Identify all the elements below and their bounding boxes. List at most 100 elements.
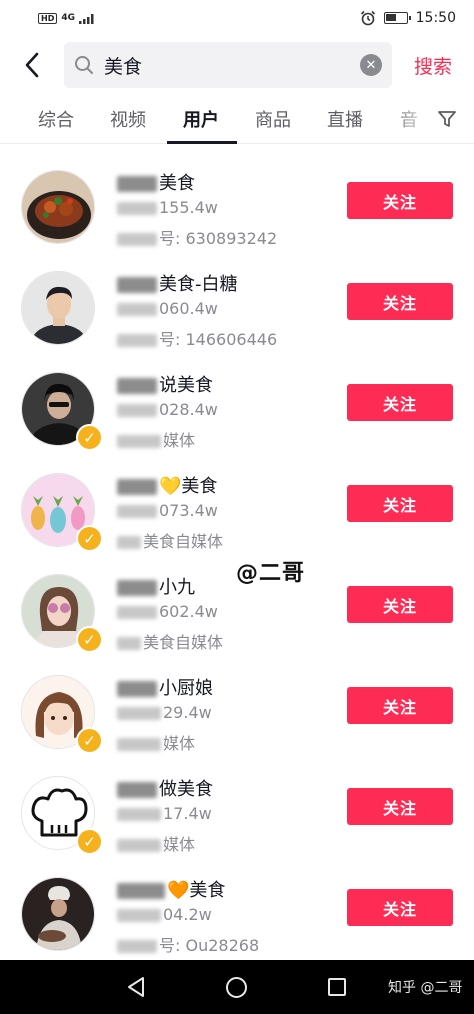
redacted-text (117, 580, 157, 596)
redacted-text (117, 479, 157, 495)
follower-count: 17.4w (117, 804, 212, 823)
avatar[interactable] (21, 170, 95, 244)
user-subtitle: 号: 630893242 (117, 225, 277, 249)
user-name: 🧡美食 (117, 876, 225, 902)
search-bar: 美食 ✕ 搜索 (0, 40, 474, 90)
user-name: 说美食 (117, 371, 213, 397)
user-row[interactable]: ✓ 💛美食 073.4w 美食自媒体 关注 (0, 455, 474, 556)
tab-live[interactable]: 直播 (327, 106, 363, 132)
user-row[interactable]: 🧡美食 04.2w 号: Ou28268 关注 (0, 859, 474, 960)
battery-icon (383, 12, 411, 24)
follow-button[interactable]: 关注 (347, 182, 453, 219)
tab-products[interactable]: 商品 (255, 106, 291, 132)
nav-recents-icon[interactable] (328, 978, 346, 996)
redacted-text (117, 176, 157, 192)
user-row[interactable]: ✓ 做美食 17.4w 媒体 关注 (0, 758, 474, 859)
redacted-text (117, 202, 157, 215)
redacted-text (117, 378, 157, 394)
redacted-text (117, 606, 157, 619)
network-type: 4G (61, 13, 75, 23)
status-time: 15:50 (415, 10, 456, 26)
follow-button[interactable]: 关注 (347, 283, 453, 320)
avatar[interactable] (21, 877, 95, 951)
status-right: 15:50 (360, 10, 456, 26)
user-name: 💛美食 (117, 472, 217, 498)
status-bar: HD 4G 15:50 (0, 0, 474, 36)
hd-badge: HD (38, 12, 58, 24)
redacted-text (117, 536, 141, 549)
redacted-text (117, 883, 165, 899)
redacted-text (117, 707, 161, 720)
follower-count: 060.4w (117, 299, 218, 318)
redacted-text (117, 404, 157, 417)
user-subtitle: 号: 146606446 (117, 326, 277, 350)
user-subtitle: 美食自媒体 (117, 528, 223, 552)
search-tabs: 综合 视频 用户 商品 直播 音 (0, 96, 474, 144)
follow-button[interactable]: 关注 (347, 687, 453, 724)
filter-icon[interactable] (436, 108, 458, 130)
clear-search-button[interactable]: ✕ (360, 54, 382, 76)
follow-button[interactable]: 关注 (347, 788, 453, 825)
system-nav-bar: 知乎 @二哥 (0, 960, 474, 1014)
user-subtitle: 媒体 (117, 831, 195, 855)
tab-users[interactable]: 用户 (183, 106, 219, 132)
tab-comprehensive[interactable]: 综合 (38, 106, 74, 132)
signal-icon (79, 14, 94, 24)
user-subtitle: 号: Ou28268 (117, 932, 259, 956)
follower-count: 073.4w (117, 501, 218, 520)
redacted-text (117, 303, 157, 316)
nav-home-icon[interactable] (226, 977, 247, 998)
watermark-text: @二哥 (236, 561, 306, 586)
search-input[interactable]: 美食 ✕ (64, 42, 392, 88)
redacted-text (117, 909, 161, 922)
redacted-text (117, 233, 157, 246)
redacted-text (117, 738, 161, 751)
verified-badge-icon: ✓ (76, 828, 103, 855)
follow-button[interactable]: 关注 (347, 889, 453, 926)
nav-watermark: 知乎 @二哥 (388, 980, 463, 996)
follower-count: 155.4w (117, 198, 218, 217)
follower-count: 04.2w (117, 905, 212, 924)
follow-button[interactable]: 关注 (347, 384, 453, 421)
user-subtitle: 媒体 (117, 730, 195, 754)
redacted-text (117, 839, 161, 852)
search-query: 美食 (104, 55, 143, 78)
follower-count: 602.4w (117, 602, 218, 621)
avatar[interactable] (21, 271, 95, 345)
redacted-text (117, 681, 157, 697)
active-tab-indicator (167, 141, 237, 144)
user-name: 小厨娘 (117, 674, 213, 700)
redacted-text (117, 637, 141, 650)
user-name: 美食-白糖 (117, 270, 238, 296)
back-button[interactable] (18, 50, 46, 80)
redacted-text (117, 334, 157, 347)
food-bowl-image (22, 171, 94, 243)
verified-badge-icon: ✓ (76, 424, 103, 451)
user-row[interactable]: ✓ 小厨娘 29.4w 媒体 关注 (0, 657, 474, 758)
close-icon: ✕ (365, 57, 377, 73)
verified-badge-icon: ✓ (76, 727, 103, 754)
user-row[interactable]: 美食 155.4w 号: 630893242 关注 (0, 152, 474, 253)
redacted-text (117, 505, 157, 518)
chevron-left-icon (25, 52, 39, 78)
user-row[interactable]: ✓ 说美食 028.4w 媒体 关注 (0, 354, 474, 455)
chef-cooking-image (22, 878, 94, 950)
tab-fade (386, 96, 436, 142)
redacted-text (117, 277, 157, 293)
nav-back-icon[interactable] (126, 976, 146, 998)
alarm-icon (360, 10, 375, 26)
search-icon (75, 56, 93, 74)
follow-button[interactable]: 关注 (347, 586, 453, 623)
follow-button[interactable]: 关注 (347, 485, 453, 522)
redacted-text (117, 808, 161, 821)
follower-count: 29.4w (117, 703, 212, 722)
redacted-text (117, 782, 157, 798)
search-submit-button[interactable]: 搜索 (414, 52, 452, 79)
tab-videos[interactable]: 视频 (110, 106, 146, 132)
redacted-text (117, 940, 157, 953)
status-left: HD 4G (38, 12, 97, 24)
user-name: 做美食 (117, 775, 213, 801)
user-subtitle: 媒体 (117, 427, 195, 451)
user-row[interactable]: 美食-白糖 060.4w 号: 146606446 关注 (0, 253, 474, 354)
verified-badge-icon: ✓ (76, 525, 103, 552)
